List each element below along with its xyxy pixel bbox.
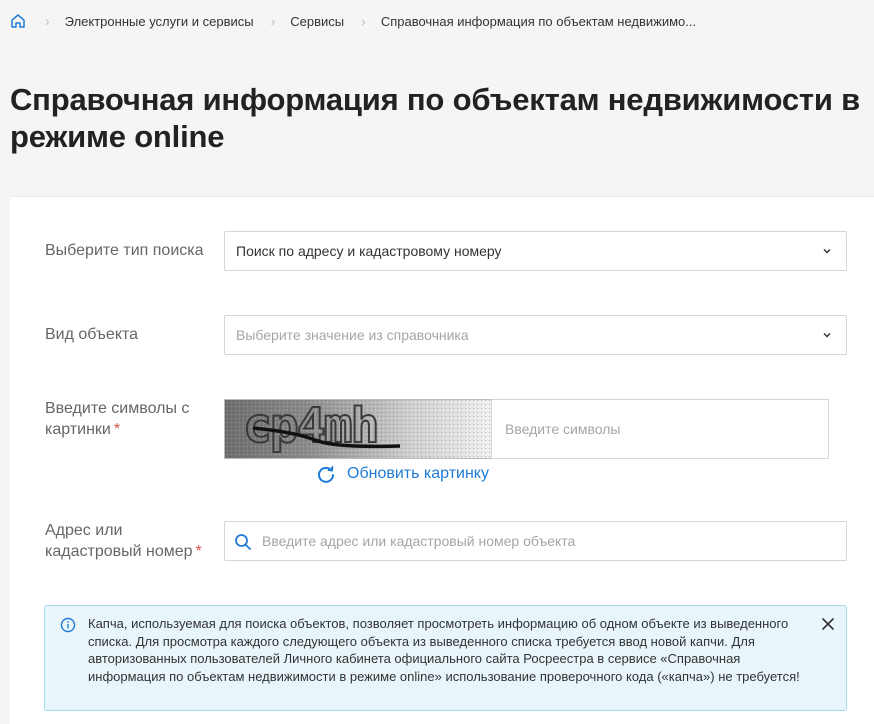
page-title: Справочная информация по объектам недвиж… xyxy=(10,82,860,154)
chevron-down-icon xyxy=(823,248,831,254)
address-label: Адрес или кадастровый номер * xyxy=(45,520,215,562)
search-type-label: Выберите тип поиска xyxy=(45,242,204,259)
search-form-card: Выберите тип поиска Поиск по адресу и ка… xyxy=(10,196,874,724)
required-mark: * xyxy=(113,421,121,438)
chevron-right-icon: › xyxy=(270,13,276,29)
chevron-right-icon: › xyxy=(45,13,50,29)
captcha-label: Введите символы с картинки * xyxy=(45,398,210,440)
breadcrumb-item-current: Справочная информация по объектам недвиж… xyxy=(380,13,697,29)
object-type-select[interactable]: Выберите значение из справочника xyxy=(224,315,847,355)
object-type-placeholder: Выберите значение из справочника xyxy=(236,327,469,343)
address-search-input[interactable] xyxy=(262,522,842,560)
breadcrumb: › Электронные услуги и сервисы › Сервисы… xyxy=(10,11,696,31)
address-label-text: Адрес или кадастровый номер xyxy=(45,522,193,560)
refresh-captcha-button[interactable]: Обновить картинку xyxy=(316,463,489,485)
chevron-down-icon xyxy=(823,332,831,338)
search-icon xyxy=(235,534,251,550)
breadcrumb-item-services-portal[interactable]: Электронные услуги и сервисы xyxy=(65,14,254,29)
chevron-right-icon: › xyxy=(361,13,366,29)
home-icon[interactable] xyxy=(10,12,28,30)
captcha-input[interactable] xyxy=(491,399,829,459)
address-search-field[interactable] xyxy=(224,521,847,561)
search-type-select[interactable]: Поиск по адресу и кадастровому номеру xyxy=(224,231,847,271)
search-type-value: Поиск по адресу и кадастровому номеру xyxy=(236,243,502,259)
close-icon[interactable] xyxy=(821,617,835,631)
captcha-info-alert: Капча, используемая для поиска объектов,… xyxy=(44,605,847,711)
required-mark: * xyxy=(195,543,202,560)
info-icon xyxy=(60,617,76,633)
refresh-icon xyxy=(318,466,334,483)
alert-message: Капча, используемая для поиска объектов,… xyxy=(88,616,800,684)
breadcrumb-item-services[interactable]: Сервисы xyxy=(290,14,344,29)
captcha-image: cp4mh cp4mh xyxy=(224,399,492,459)
object-type-label: Вид объекта xyxy=(45,326,139,343)
refresh-captcha-label: Обновить картинку xyxy=(347,465,489,482)
